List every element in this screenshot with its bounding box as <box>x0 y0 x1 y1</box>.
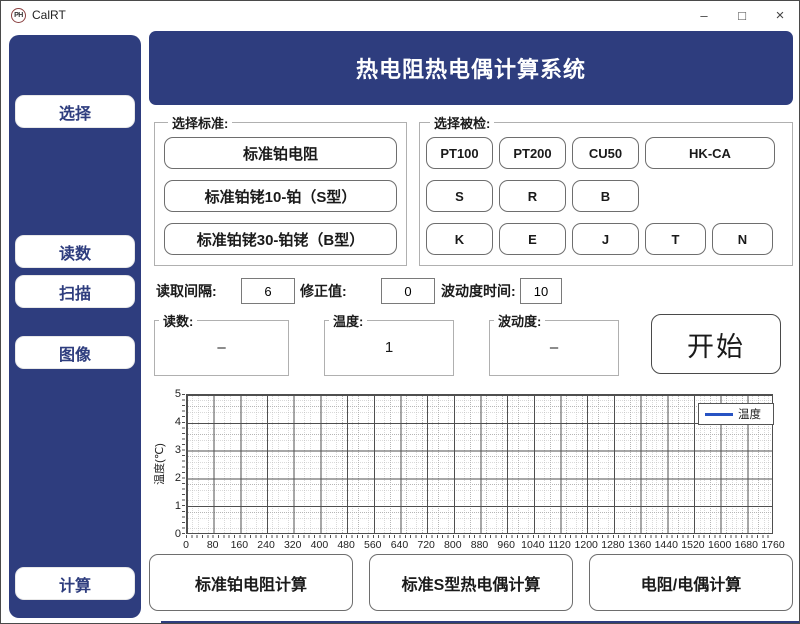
standard-s-thermocouple-calc-button[interactable]: 标准S型热电偶计算 <box>369 554 573 611</box>
window-bottom-accent <box>161 621 799 623</box>
reading-value: – <box>155 330 288 364</box>
x-axis-tick-labels: 0 80 160 240 320 400 480 560 640 720 800 880 960 1040… <box>186 539 773 553</box>
correction-input[interactable] <box>381 278 435 304</box>
x-axis-minor-ticks <box>186 535 773 538</box>
dut-e-button[interactable]: E <box>499 223 566 255</box>
temperature-box: 温度: 1 <box>324 311 454 376</box>
y-tick-label: 2 <box>175 472 181 484</box>
y-tick-label: 3 <box>175 444 181 456</box>
x-tick-label: 1520 <box>681 539 704 551</box>
reading-box: 读数: – <box>154 311 289 376</box>
y-axis-tick-labels: 012345 <box>167 394 181 534</box>
reading-label: 读数: <box>159 311 197 330</box>
x-tick-label: 800 <box>444 539 462 551</box>
sidebar-item-select[interactable]: 选择 <box>15 95 135 128</box>
read-interval-label: 读取间隔: <box>156 278 217 304</box>
title-bar: PH CalRT – □ × <box>1 1 799 29</box>
dut-hk-ca-button[interactable]: HK-CA <box>645 137 775 169</box>
x-tick-label: 1040 <box>521 539 544 551</box>
standard-pt-resistance-calc-button[interactable]: 标准铂电阻计算 <box>149 554 353 611</box>
x-tick-label: 160 <box>231 539 249 551</box>
standard-group-legend: 选择标准: <box>168 113 232 132</box>
dut-pt200-button[interactable]: PT200 <box>499 137 566 169</box>
dut-row: K E J T N <box>426 223 786 255</box>
x-tick-label: 80 <box>207 539 219 551</box>
window-controls: – □ × <box>685 1 799 29</box>
dut-b-button[interactable]: B <box>572 180 639 212</box>
page-title: 热电阻热电偶计算系统 <box>149 31 793 105</box>
maximize-button[interactable]: □ <box>723 1 761 29</box>
window-title: CalRT <box>32 8 66 22</box>
sidebar-item-scan[interactable]: 扫描 <box>15 275 135 308</box>
standard-pt-resistance-button[interactable]: 标准铂电阻 <box>164 137 397 169</box>
fluctuation-time-label: 波动度时间: <box>441 278 516 304</box>
y-axis-label: 温度(℃) <box>152 394 166 534</box>
sidebar-item-reading[interactable]: 读数 <box>15 235 135 268</box>
dut-t-button[interactable]: T <box>645 223 706 255</box>
x-tick-label: 960 <box>497 539 515 551</box>
dut-row: S R B <box>426 180 786 212</box>
dut-group-legend: 选择被检: <box>430 113 494 132</box>
x-tick-label: 560 <box>364 539 382 551</box>
dut-row: PT100 PT200 CU50 HK-CA <box>426 137 786 169</box>
dut-n-button[interactable]: N <box>712 223 773 255</box>
fluctuation-box: 波动度: – <box>489 311 619 376</box>
y-tick-label: 4 <box>175 416 181 428</box>
x-tick-label: 1200 <box>575 539 598 551</box>
sidebar: 选择 读数 扫描 图像 计算 <box>9 35 141 618</box>
fluctuation-label: 波动度: <box>494 311 545 330</box>
dut-r-button[interactable]: R <box>499 180 566 212</box>
correction-label: 修正值: <box>300 278 347 304</box>
x-tick-label: 1280 <box>601 539 624 551</box>
minimize-button[interactable]: – <box>685 1 723 29</box>
legend-line-swatch <box>705 413 733 416</box>
sidebar-item-calculate[interactable]: 计算 <box>15 567 135 600</box>
x-tick-label: 0 <box>183 539 189 551</box>
temperature-value: 1 <box>325 330 453 364</box>
x-tick-label: 1600 <box>708 539 731 551</box>
y-tick-label: 1 <box>175 500 181 512</box>
chart-legend: 温度 <box>698 403 774 425</box>
x-tick-label: 1760 <box>761 539 784 551</box>
x-tick-label: 640 <box>391 539 409 551</box>
x-tick-label: 1120 <box>548 539 571 551</box>
dut-k-button[interactable]: K <box>426 223 493 255</box>
x-tick-label: 1680 <box>735 539 758 551</box>
fluctuation-time-input[interactable] <box>520 278 562 304</box>
x-tick-label: 240 <box>257 539 275 551</box>
x-tick-label: 720 <box>417 539 435 551</box>
standard-b-type-button[interactable]: 标准铂铑30-铂铑（B型） <box>164 223 397 255</box>
legend-label: 温度 <box>738 406 761 422</box>
temperature-label: 温度: <box>329 311 367 330</box>
close-button[interactable]: × <box>761 1 799 29</box>
x-tick-label: 480 <box>337 539 355 551</box>
read-interval-input[interactable] <box>241 278 295 304</box>
plot-area: 温度 <box>186 394 773 534</box>
standard-group: 选择标准: 标准铂电阻 标准铂铑10-铂（S型） 标准铂铑30-铂铑（B型） <box>154 113 407 266</box>
dut-j-button[interactable]: J <box>572 223 639 255</box>
start-button[interactable]: 开始 <box>651 314 781 374</box>
temperature-chart: 温度(℃) 0 1 2 3 4 5 温度 0 80 160 240 320 400 480 560 640… <box>149 387 793 553</box>
x-tick-label: 1360 <box>628 539 651 551</box>
fluctuation-value: – <box>490 330 618 364</box>
x-tick-label: 400 <box>311 539 329 551</box>
dut-s-button[interactable]: S <box>426 180 493 212</box>
dut-cu50-button[interactable]: CU50 <box>572 137 639 169</box>
resistance-thermocouple-calc-button[interactable]: 电阻/电偶计算 <box>589 554 793 611</box>
y-axis-minor-ticks <box>182 394 185 534</box>
x-tick-label: 880 <box>471 539 489 551</box>
dut-group: 选择被检: PT100 PT200 CU50 HK-CA S R B K E J… <box>419 113 793 266</box>
app-window: PH CalRT – □ × 选择 读数 扫描 图像 计算 热电阻热电偶计算系统… <box>0 0 800 624</box>
app-icon: PH <box>11 8 26 23</box>
x-tick-label: 320 <box>284 539 302 551</box>
dut-pt100-button[interactable]: PT100 <box>426 137 493 169</box>
x-tick-label: 1440 <box>655 539 678 551</box>
sidebar-item-image[interactable]: 图像 <box>15 336 135 369</box>
y-tick-label: 5 <box>175 388 181 400</box>
y-tick-label: 0 <box>175 528 181 540</box>
standard-s-type-button[interactable]: 标准铂铑10-铂（S型） <box>164 180 397 212</box>
